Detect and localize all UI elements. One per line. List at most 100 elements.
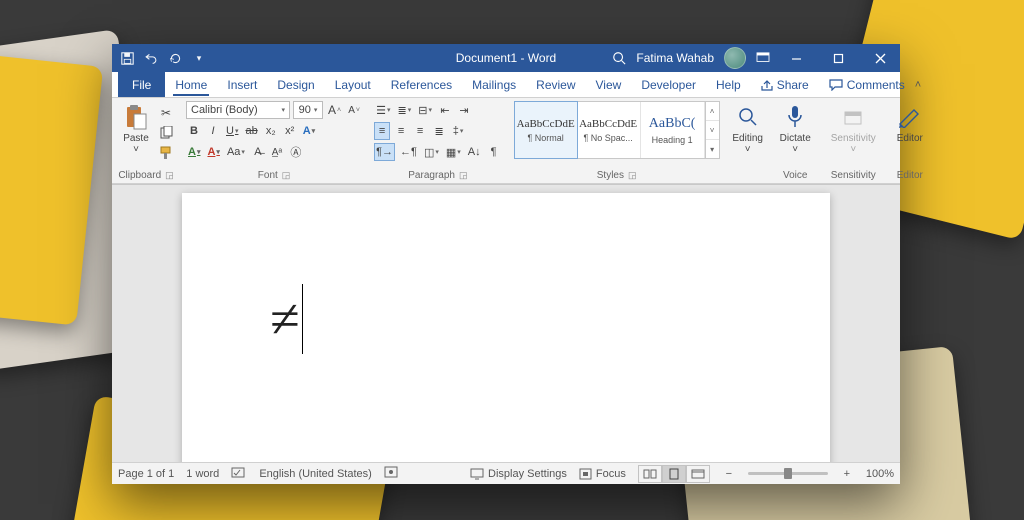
shrink-font-icon[interactable]: A˅ xyxy=(346,101,362,119)
editor-button[interactable]: Editor xyxy=(892,101,928,146)
superscript-button[interactable]: x² xyxy=(282,122,298,140)
spellcheck-icon[interactable] xyxy=(231,465,247,482)
increase-indent-icon[interactable]: ⇥ xyxy=(456,101,472,119)
user-name[interactable]: Fatima Wahab xyxy=(636,51,714,65)
tab-layout[interactable]: Layout xyxy=(325,72,381,97)
more-styles-icon[interactable]: ▾ xyxy=(706,140,719,158)
chevron-up-icon[interactable]: ˄ xyxy=(706,102,719,121)
style-gallery[interactable]: AaBbCcDdE ¶ Normal AaBbCcDdE ¶ No Spac..… xyxy=(514,101,720,159)
show-marks-icon[interactable]: ¶ xyxy=(486,143,502,161)
grow-font-icon[interactable]: A˄ xyxy=(326,101,343,119)
zoom-out-button[interactable]: − xyxy=(722,468,736,480)
document-content[interactable]: ≠ xyxy=(270,283,303,355)
font-color-icon[interactable]: A▾ xyxy=(205,143,221,161)
print-layout-button[interactable] xyxy=(662,465,686,483)
styles-launcher-icon[interactable]: ◲ xyxy=(628,170,637,181)
cut-icon[interactable]: ✂ xyxy=(158,105,174,121)
qat-customize-icon[interactable]: ▾ xyxy=(192,51,206,65)
ltr-icon[interactable]: ¶→ xyxy=(374,143,395,161)
align-center-icon[interactable]: ≡ xyxy=(393,122,409,140)
avatar[interactable] xyxy=(724,47,746,69)
style-normal[interactable]: AaBbCcDdE ¶ Normal xyxy=(514,101,578,159)
clear-format-icon[interactable]: A̶ xyxy=(250,143,266,161)
italic-button[interactable]: I xyxy=(205,122,221,140)
align-left-icon[interactable]: ≡ xyxy=(374,122,390,140)
display-settings-button[interactable]: Display Settings xyxy=(470,468,567,480)
tab-review[interactable]: Review xyxy=(526,72,585,97)
search-icon[interactable] xyxy=(612,51,626,65)
web-layout-button[interactable] xyxy=(686,465,710,483)
font-label: Font xyxy=(258,170,278,181)
multilevel-icon[interactable]: ⊟▾ xyxy=(416,101,434,119)
ribbon-display-icon[interactable] xyxy=(756,52,770,64)
redo-icon[interactable] xyxy=(168,51,182,65)
tab-view[interactable]: View xyxy=(586,72,632,97)
paste-button[interactable]: Paste˅ xyxy=(118,101,154,157)
char-border-icon[interactable]: A̲ᵃ xyxy=(269,143,285,161)
line-spacing-icon[interactable]: ‡▾ xyxy=(450,122,466,140)
paragraph-launcher-icon[interactable]: ◲ xyxy=(459,170,468,181)
document-area[interactable]: ≠ xyxy=(112,184,900,462)
editing-button[interactable]: Editing˅ xyxy=(728,101,767,157)
rtl-icon[interactable]: ←¶ xyxy=(398,143,419,161)
focus-button[interactable]: Focus xyxy=(579,468,626,480)
align-right-icon[interactable]: ≡ xyxy=(412,122,428,140)
tab-references[interactable]: References xyxy=(381,72,462,97)
undo-icon[interactable] xyxy=(144,51,158,65)
style-heading1[interactable]: AaBbC( Heading 1 xyxy=(641,102,705,158)
read-mode-button[interactable] xyxy=(638,465,662,483)
status-bar: Page 1 of 1 1 word English (United State… xyxy=(112,462,900,484)
borders-icon[interactable]: ▦▾ xyxy=(444,143,463,161)
decrease-indent-icon[interactable]: ⇤ xyxy=(437,101,453,119)
style-gallery-more[interactable]: ˄ ˅ ▾ xyxy=(705,102,719,158)
tab-mailings[interactable]: Mailings xyxy=(462,72,526,97)
change-case-icon[interactable]: Aa▾ xyxy=(225,143,247,161)
tab-design[interactable]: Design xyxy=(267,72,324,97)
share-button[interactable]: Share xyxy=(751,72,819,97)
maximize-button[interactable] xyxy=(822,44,854,72)
bullets-icon[interactable]: ☰▾ xyxy=(374,101,392,119)
zoom-in-button[interactable]: + xyxy=(840,468,854,480)
subscript-button[interactable]: x₂ xyxy=(263,122,279,140)
group-editing: Editing˅ xyxy=(726,98,770,183)
strike-button[interactable]: ab xyxy=(243,122,259,140)
tab-home[interactable]: Home xyxy=(165,72,217,97)
format-painter-icon[interactable] xyxy=(158,145,174,161)
copy-icon[interactable] xyxy=(158,125,174,141)
minimize-button[interactable] xyxy=(780,44,812,72)
style-no-spacing[interactable]: AaBbCcDdE ¶ No Spac... xyxy=(577,102,641,158)
save-icon[interactable] xyxy=(120,51,134,65)
sort-icon[interactable]: A↓ xyxy=(466,143,483,161)
font-name-combo[interactable]: Calibri (Body)▾ xyxy=(186,101,290,119)
shading-icon[interactable]: ◫▾ xyxy=(422,143,441,161)
zoom-thumb[interactable] xyxy=(784,468,792,479)
page[interactable]: ≠ xyxy=(182,193,830,462)
underline-button[interactable]: U▾ xyxy=(224,122,240,140)
comments-button[interactable]: Comments xyxy=(819,72,915,97)
tab-insert[interactable]: Insert xyxy=(217,72,267,97)
status-language[interactable]: English (United States) xyxy=(259,468,372,480)
status-word-count[interactable]: 1 word xyxy=(186,468,219,480)
tab-developer[interactable]: Developer xyxy=(631,72,706,97)
dictate-button[interactable]: Dictate˅ xyxy=(776,101,815,157)
clipboard-launcher-icon[interactable]: ◲ xyxy=(165,170,174,181)
group-clipboard: Paste˅ ✂ Clipboard ◲ xyxy=(112,98,180,183)
sensitivity-button[interactable]: Sensitivity˅ xyxy=(827,101,880,157)
zoom-slider[interactable] xyxy=(748,472,828,475)
bold-button[interactable]: B xyxy=(186,122,202,140)
numbering-icon[interactable]: ≣▾ xyxy=(396,101,414,119)
justify-icon[interactable]: ≣ xyxy=(431,122,447,140)
tab-help[interactable]: Help xyxy=(706,72,751,97)
text-effects-icon[interactable]: A▾ xyxy=(301,122,317,140)
tab-file[interactable]: File xyxy=(118,72,165,97)
macro-icon[interactable] xyxy=(384,466,398,481)
enclose-icon[interactable]: Ⓐ xyxy=(288,143,304,161)
font-launcher-icon[interactable]: ◲ xyxy=(282,170,291,181)
font-size-combo[interactable]: 90▾ xyxy=(293,101,323,119)
highlight-icon[interactable]: A▾ xyxy=(186,143,202,161)
collapse-ribbon-button[interactable]: ˄ xyxy=(915,72,921,97)
close-button[interactable] xyxy=(864,44,896,72)
status-page[interactable]: Page 1 of 1 xyxy=(118,468,174,480)
chevron-down-icon[interactable]: ˅ xyxy=(706,121,719,140)
zoom-value[interactable]: 100% xyxy=(866,468,894,480)
